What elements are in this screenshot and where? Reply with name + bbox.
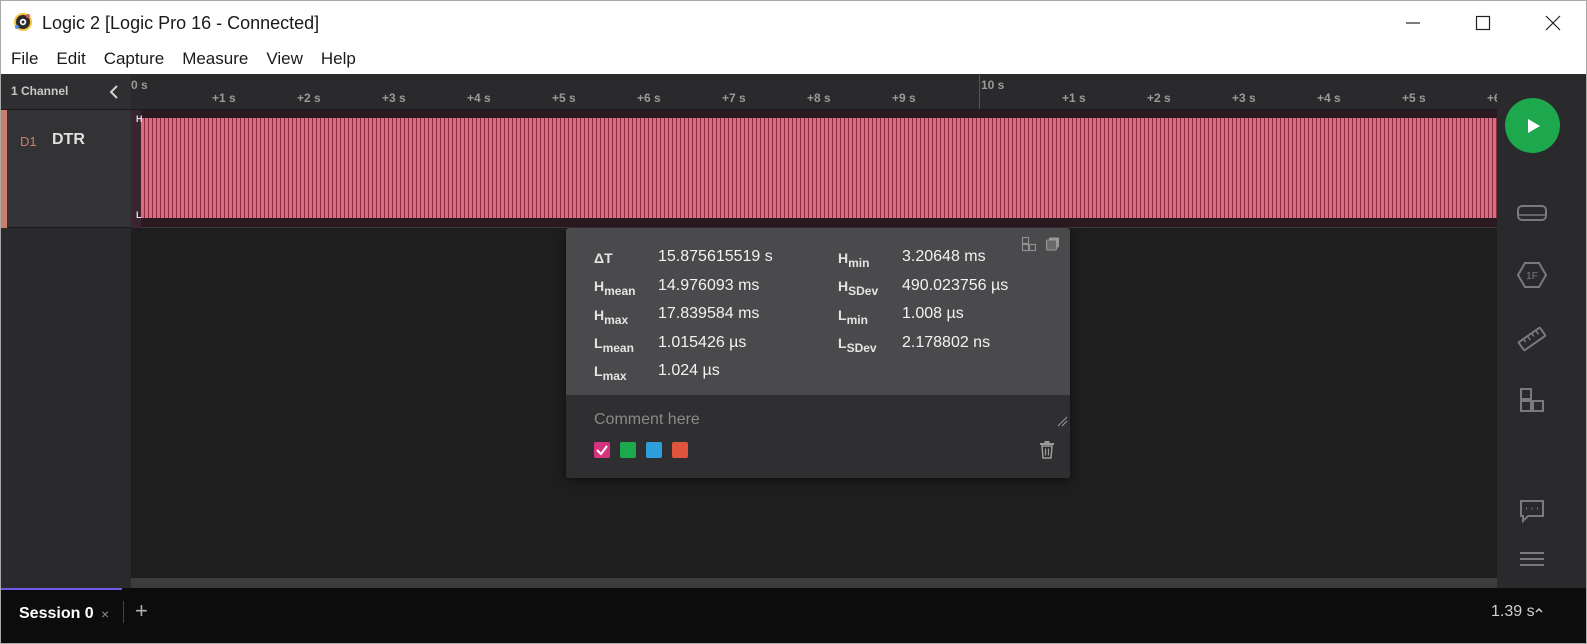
- stat-label-l-min: Lmin: [838, 307, 868, 327]
- comment-section: [566, 395, 1070, 478]
- menu-file[interactable]: File: [11, 49, 38, 69]
- title-bar: Logic 2 [Logic Pro 16 - Connected]: [0, 0, 1587, 44]
- waveform-low-marker: L: [136, 210, 142, 220]
- timeline-tick: +6 s: [637, 91, 661, 105]
- timeline-major-line: [979, 74, 980, 109]
- stat-value-h-min: 3.20648 ms: [902, 248, 986, 265]
- close-button[interactable]: [1518, 1, 1587, 45]
- timeline-origin-label: 0 s: [131, 78, 148, 92]
- stat-value-h-sdev: 490.023756 µs: [902, 277, 1009, 294]
- timeline-tick: +5 s: [1402, 91, 1426, 105]
- timeline-tick: +7 s: [722, 91, 746, 105]
- measurement-stats: ΔT 15.875615519 s Hmean 14.976093 ms Hma…: [566, 228, 1070, 395]
- timeline-tick: +3 s: [382, 91, 406, 105]
- capture-duration[interactable]: 1.39 s: [1491, 603, 1535, 621]
- stat-label-l-max: Lmax: [594, 363, 627, 383]
- menu-measure[interactable]: Measure: [182, 49, 248, 69]
- color-swatch-green[interactable]: [620, 442, 636, 458]
- minimize-icon: [1406, 22, 1420, 24]
- copy-icon[interactable]: [1045, 236, 1061, 252]
- waveform-high-marker: H: [136, 114, 143, 124]
- logic-app-icon: [14, 13, 32, 31]
- stat-value-h-mean: 14.976093 ms: [658, 277, 760, 294]
- measurement-popup: ΔT 15.875615519 s Hmean 14.976093 ms Hma…: [566, 228, 1070, 478]
- menu-bar: File Edit Capture Measure View Help: [0, 44, 1587, 74]
- stat-label-h-mean: Hmean: [594, 278, 636, 298]
- add-session-button[interactable]: +: [135, 598, 148, 624]
- waveform-track-dtr[interactable]: H L: [131, 110, 1497, 228]
- horizontal-scrollbar[interactable]: [131, 578, 1497, 588]
- split-view-icon[interactable]: [1021, 236, 1037, 252]
- menu-capture[interactable]: Capture: [104, 49, 164, 69]
- maximize-button[interactable]: [1448, 1, 1518, 45]
- chevron-left-icon[interactable]: [105, 82, 123, 102]
- timeline-tick: +9 s: [892, 91, 916, 105]
- menu-edit[interactable]: Edit: [56, 49, 85, 69]
- timeline-tick: +5 s: [552, 91, 576, 105]
- trash-icon[interactable]: [1038, 440, 1056, 460]
- channel-panel: 1 Channel D1 DTR: [0, 74, 132, 588]
- timeline-tick: +1 s: [1062, 91, 1086, 105]
- timeline-tick: +2 s: [297, 91, 321, 105]
- maximize-icon: [1475, 15, 1491, 31]
- channel-name[interactable]: DTR: [52, 131, 85, 149]
- stat-value-delta-t: 15.875615519 s: [658, 248, 773, 265]
- menu-icon[interactable]: [1516, 544, 1548, 574]
- timeline-tick: +4 s: [467, 91, 491, 105]
- color-swatch-pink[interactable]: [594, 442, 610, 458]
- stat-value-l-mean: 1.015426 µs: [658, 334, 747, 351]
- channels-header: 1 Channel: [1, 74, 132, 110]
- color-swatch-red[interactable]: [672, 442, 688, 458]
- menu-view[interactable]: View: [266, 49, 303, 69]
- comment-input[interactable]: [594, 409, 1034, 431]
- timeline-tick: +2 s: [1147, 91, 1171, 105]
- stat-label-delta-t: ΔT: [594, 250, 613, 266]
- close-icon: [1545, 15, 1561, 31]
- stat-value-l-min: 1.008 µs: [902, 305, 964, 322]
- svg-text:1F: 1F: [1526, 271, 1538, 282]
- channel-count: 1 Channel: [11, 84, 69, 98]
- window-title: Logic 2 [Logic Pro 16 - Connected]: [42, 13, 320, 33]
- channel-row-dtr[interactable]: D1 DTR: [1, 110, 132, 228]
- stat-label-h-min: Hmin: [838, 250, 870, 270]
- timeline-tick: +8 s: [807, 91, 831, 105]
- tab-divider: [123, 601, 124, 623]
- stat-label-h-sdev: HSDev: [838, 278, 879, 298]
- stat-value-h-max: 17.839584 ms: [658, 305, 760, 322]
- session-tab[interactable]: Session 0 ×: [1, 588, 122, 636]
- device-settings-icon[interactable]: [1516, 198, 1548, 228]
- timeline-tick: +4 s: [1317, 91, 1341, 105]
- stat-label-l-mean: Lmean: [594, 335, 634, 355]
- waveform-signal[interactable]: [141, 118, 1497, 218]
- channel-number: D1: [20, 134, 37, 149]
- timeline-tick: +6: [1487, 91, 1497, 105]
- session-bar: Session 0 × + 1.39 s: [0, 588, 1587, 644]
- timeline-ruler[interactable]: 0 s +1 s +2 s +3 s +4 s +5 s +6 s +7 s +…: [131, 74, 1497, 110]
- start-capture-button[interactable]: [1505, 98, 1560, 153]
- chevron-up-icon[interactable]: [1533, 604, 1545, 616]
- stat-label-l-sdev: LSDev: [838, 335, 877, 355]
- stat-value-l-sdev: 2.178802 ns: [902, 334, 991, 351]
- session-close-icon[interactable]: ×: [101, 606, 109, 622]
- right-sidebar: 1F: [1497, 74, 1587, 588]
- minimize-button[interactable]: [1378, 1, 1448, 45]
- session-tab-label[interactable]: Session 0: [19, 605, 94, 623]
- stat-label-h-max: Hmax: [594, 307, 629, 327]
- play-icon: [1527, 118, 1540, 133]
- color-swatch-blue[interactable]: [646, 442, 662, 458]
- extensions-icon[interactable]: [1516, 386, 1548, 416]
- timeline-tick: +1 s: [212, 91, 236, 105]
- analyzers-icon[interactable]: 1F: [1516, 260, 1548, 290]
- resize-handle-icon[interactable]: [1056, 415, 1068, 427]
- timeline-tick: +3 s: [1232, 91, 1256, 105]
- timeline-major-label: 10 s: [981, 78, 1005, 92]
- checkmark-icon: [596, 445, 608, 456]
- channel-color-bar: [1, 110, 7, 228]
- comment-icon[interactable]: [1516, 496, 1548, 526]
- stat-value-l-max: 1.024 µs: [658, 362, 720, 379]
- ruler-icon[interactable]: [1516, 324, 1548, 354]
- menu-help[interactable]: Help: [321, 49, 356, 69]
